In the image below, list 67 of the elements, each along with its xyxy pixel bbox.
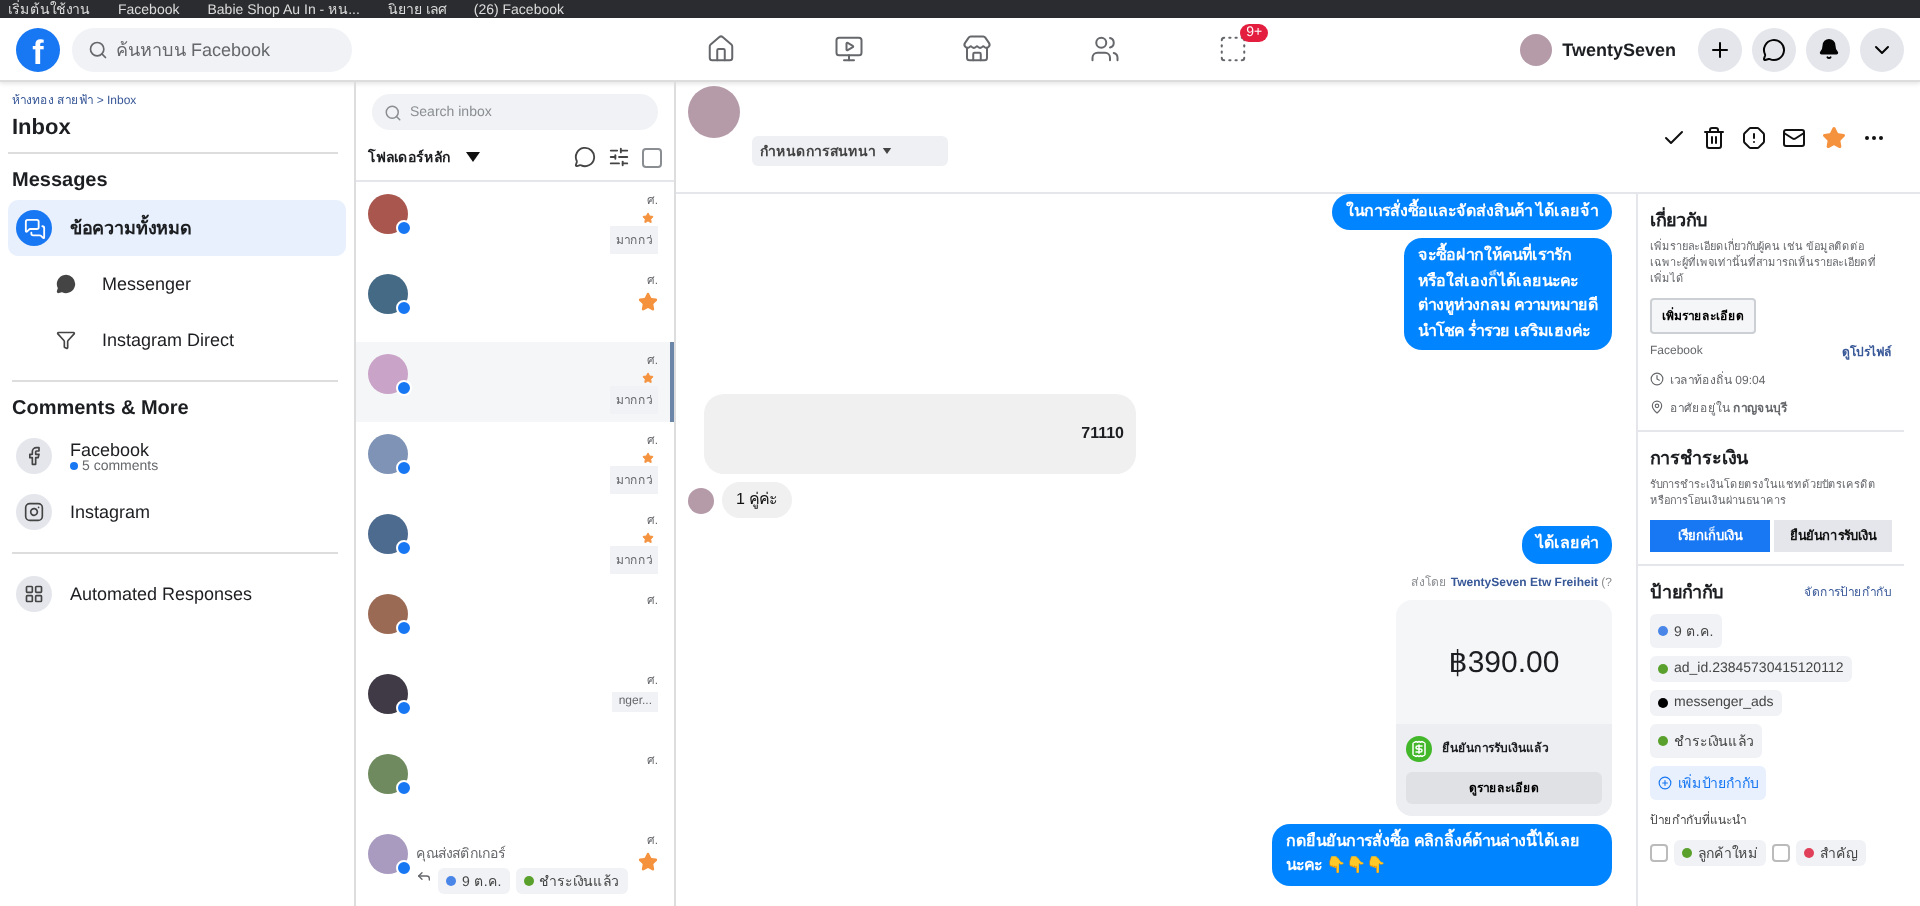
caret-icon: [466, 152, 480, 162]
message-bubble: 71110: [704, 393, 1136, 474]
avatar: [1520, 33, 1553, 65]
avatar: [368, 674, 408, 714]
label-checkbox[interactable]: [1650, 843, 1668, 862]
sidebar-item[interactable]: Automated Responses: [8, 566, 346, 622]
sidebar-item[interactable]: Messenger: [8, 256, 346, 312]
groups-icon: [1089, 34, 1120, 64]
video-icon: [833, 34, 864, 64]
message-bubble: ได้เลยค่า: [1522, 526, 1612, 564]
avatar: [368, 594, 408, 634]
notifications-button[interactable]: [1806, 27, 1850, 71]
mail-icon: [1782, 125, 1806, 149]
plus-icon: [1658, 775, 1672, 790]
instagram-icon: [16, 494, 52, 530]
sidebar-item[interactable]: ข้อความทั้งหมด: [8, 200, 346, 256]
bell-icon: [1817, 38, 1839, 60]
clock-icon: [1650, 372, 1664, 387]
search-icon: [384, 103, 402, 121]
avatar: [368, 274, 408, 314]
trash-icon: [1702, 125, 1726, 149]
message-bubble: จะซื้อฝากให้คนที่เรารัก หรือใส่เองก็ได้เลยนะคะ ต่างหูห่วงกลม ความหมายดี นำโชค ร่ำรวย เสริมเฮงค่ะ: [1403, 238, 1612, 350]
account-menu-button[interactable]: [1860, 27, 1904, 71]
avatar: [368, 354, 408, 394]
star-icon: [1822, 125, 1846, 149]
reply-icon: [416, 868, 432, 884]
message-bubble: ในการสั่งซื้อและจัดส่งสินค้า ได้เลยจ้า: [1331, 194, 1612, 231]
select-all-checkbox[interactable]: [642, 147, 662, 167]
receipt-icon: [1406, 735, 1432, 762]
store-icon: [961, 34, 992, 64]
alert-icon: [1742, 125, 1766, 149]
check-icon: [1662, 125, 1686, 149]
section-title: Comments & More: [10, 396, 191, 424]
section-title: ป้ายกำกับ: [1650, 579, 1724, 606]
sidebar-item[interactable]: Instagram: [8, 484, 346, 540]
section-title: การชำระเงิน: [1650, 445, 1750, 472]
user-name[interactable]: TwentySeven: [1562, 39, 1676, 59]
message-bubble: กดยืนยันการสั่งซื้อ คลิกลิ้งค์ด้านล่างนี้ได้เลยนะคะ 👇👇👇: [1272, 823, 1612, 886]
payment-amount: ฿390.00: [1446, 643, 1562, 684]
section-title: เกี่ยวกับ: [1650, 206, 1710, 234]
facebook-icon: [16, 438, 52, 474]
avatar: [368, 754, 408, 794]
chat-bubble-icon: [1762, 37, 1786, 61]
caret-icon: [882, 148, 892, 154]
location-icon: [1650, 400, 1664, 415]
grid-icon: [16, 576, 52, 612]
message-bubble: 1 คู่ค่ะ: [722, 481, 792, 519]
facebook-logo[interactable]: f: [16, 27, 60, 71]
avatar: [688, 487, 714, 514]
section-title: Messages: [10, 168, 110, 196]
label-checkbox[interactable]: [1772, 843, 1790, 862]
avatar: [368, 514, 408, 554]
avatar: [368, 434, 408, 474]
sidebar-item[interactable]: Instagram Direct: [8, 312, 346, 368]
search-icon: [88, 39, 108, 59]
create-button[interactable]: [1698, 27, 1742, 71]
avatar: [368, 834, 408, 874]
chat-icon: [16, 210, 52, 246]
avatar: [688, 86, 740, 138]
avatar: [368, 194, 408, 234]
chat-icon[interactable]: [574, 146, 596, 168]
plus-icon: [1708, 37, 1732, 61]
messenger-button[interactable]: [1752, 27, 1796, 71]
filter-icon[interactable]: [608, 146, 630, 168]
home-icon: [705, 34, 736, 64]
page-title: Inbox: [8, 110, 338, 154]
search-field[interactable]: ค้นหาบน Facebook: [72, 27, 352, 71]
